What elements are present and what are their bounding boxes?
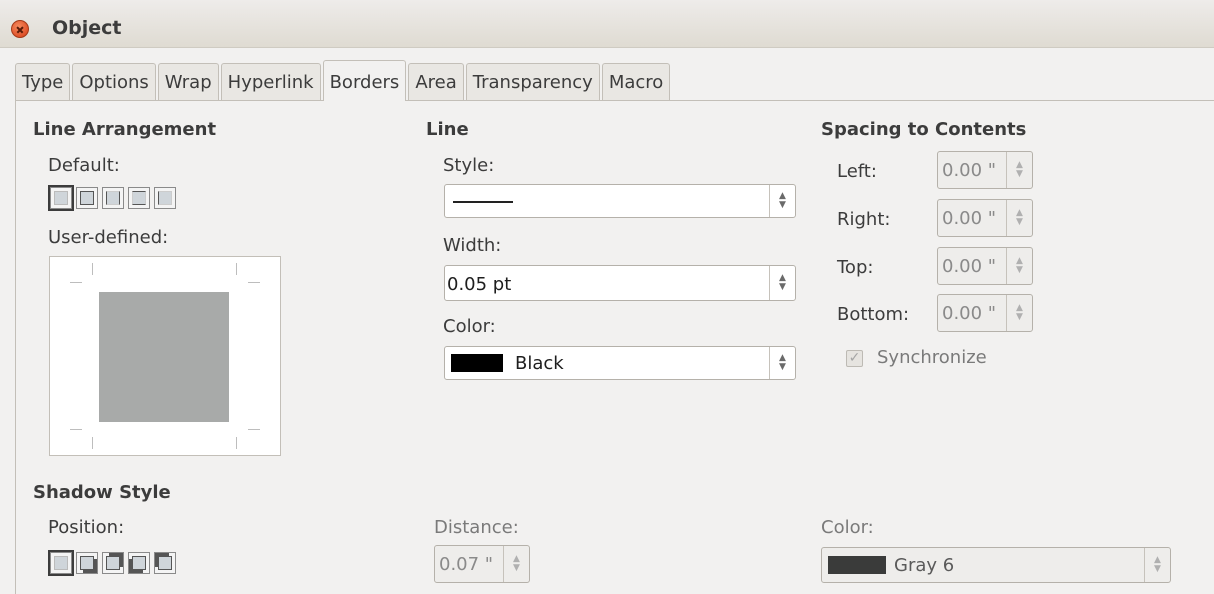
shadow-bottom-right-icon[interactable] <box>76 552 98 574</box>
borders-panel: Line Arrangement Default: User-defined: … <box>15 100 1214 594</box>
user-defined-preview[interactable] <box>49 256 281 456</box>
spacing-left-value: 0.00 " <box>942 160 997 181</box>
shadow-style-heading: Shadow Style <box>33 482 171 503</box>
spacing-right-value: 0.00 " <box>942 208 997 229</box>
preset-none-icon[interactable] <box>48 185 74 211</box>
preview-tick <box>92 437 93 449</box>
style-label: Style: <box>443 155 495 176</box>
tab-strip: Type Options Wrap Hyperlink Borders Area… <box>15 60 672 101</box>
shadow-distance-value: 0.07 " <box>439 554 494 575</box>
spacing-bottom-spin-buttons[interactable]: ▲ ▼ <box>1006 295 1032 331</box>
tab-borders[interactable]: Borders <box>322 60 407 101</box>
preset-top-bottom-icon[interactable] <box>128 187 150 209</box>
spacing-top-label: Top: <box>837 257 874 278</box>
preview-tick <box>236 437 237 449</box>
line-color-select[interactable]: Black ▲ ▼ <box>444 346 796 380</box>
spacing-top-value: 0.00 " <box>942 256 997 277</box>
width-spin-buttons[interactable]: ▲ ▼ <box>769 266 795 300</box>
spacing-bottom-label: Bottom: <box>837 304 910 325</box>
synchronize-checkbox[interactable]: ✓ <box>846 350 863 367</box>
spacing-right-spinner[interactable]: 0.00 " ▲ ▼ <box>937 199 1033 237</box>
shadow-top-left-icon[interactable] <box>154 552 176 574</box>
line-style-sample <box>453 201 513 203</box>
tab-macro[interactable]: Macro <box>601 63 671 101</box>
style-select-arrows[interactable]: ▲ ▼ <box>769 185 795 217</box>
preset-left-icon[interactable] <box>154 187 176 209</box>
width-label: Width: <box>443 235 502 256</box>
spacing-top-spinner[interactable]: 0.00 " ▲ ▼ <box>937 247 1033 285</box>
tab-type[interactable]: Type <box>15 63 71 101</box>
preview-tick <box>248 282 260 283</box>
shadow-color-select[interactable]: Gray 6 ▲ ▼ <box>821 547 1171 583</box>
shadow-distance-label: Distance: <box>434 517 519 538</box>
line-arrangement-heading: Line Arrangement <box>33 119 217 140</box>
tab-transparency[interactable]: Transparency <box>465 63 600 101</box>
line-color-value: Black <box>515 353 564 374</box>
preview-tick <box>92 263 93 275</box>
preset-left-right-icon[interactable] <box>102 187 124 209</box>
line-heading: Line <box>426 119 469 140</box>
close-icon[interactable] <box>11 20 29 38</box>
shadow-distance-spin-buttons[interactable]: ▲ ▼ <box>503 546 529 582</box>
preview-tick <box>70 282 82 283</box>
shadow-color-swatch <box>828 556 886 574</box>
shadow-none-icon[interactable] <box>48 550 74 576</box>
tab-area[interactable]: Area <box>408 63 464 101</box>
preview-tick <box>248 429 260 430</box>
preview-tick <box>236 263 237 275</box>
tab-hyperlink[interactable]: Hyperlink <box>220 63 321 101</box>
shadow-color-arrows[interactable]: ▲ ▼ <box>1144 548 1170 582</box>
width-value: 0.05 pt <box>447 274 512 295</box>
preset-outer-icon[interactable] <box>76 187 98 209</box>
spacing-bottom-value: 0.00 " <box>942 303 997 324</box>
spacing-top-spin-buttons[interactable]: ▲ ▼ <box>1006 248 1032 284</box>
tab-wrap[interactable]: Wrap <box>157 63 219 101</box>
spacing-right-spin-buttons[interactable]: ▲ ▼ <box>1006 200 1032 236</box>
shadow-color-value: Gray 6 <box>894 555 955 576</box>
line-color-arrows[interactable]: ▲ ▼ <box>769 347 795 379</box>
shadow-color-label: Color: <box>821 517 874 538</box>
title-bar: Object <box>0 0 1214 48</box>
user-defined-label: User-defined: <box>48 227 169 248</box>
spacing-left-spinner[interactable]: 0.00 " ▲ ▼ <box>937 151 1033 189</box>
window-title: Object <box>52 17 122 39</box>
spacing-right-label: Right: <box>837 209 891 230</box>
width-spinner[interactable]: 0.05 pt ▲ ▼ <box>444 265 796 301</box>
synchronize-label: Synchronize <box>877 347 987 368</box>
preview-square <box>99 292 229 422</box>
spacing-bottom-spinner[interactable]: 0.00 " ▲ ▼ <box>937 294 1033 332</box>
spacing-left-spin-buttons[interactable]: ▲ ▼ <box>1006 152 1032 188</box>
shadow-position-label: Position: <box>48 517 125 538</box>
line-color-label: Color: <box>443 316 496 337</box>
shadow-distance-spinner[interactable]: 0.07 " ▲ ▼ <box>434 545 530 583</box>
spacing-heading: Spacing to Contents <box>821 119 1027 140</box>
shadow-top-right-icon[interactable] <box>102 552 124 574</box>
line-color-swatch <box>451 354 503 372</box>
shadow-position-presets <box>48 550 176 576</box>
shadow-bottom-left-icon[interactable] <box>128 552 150 574</box>
style-select[interactable]: ▲ ▼ <box>444 184 796 218</box>
preview-tick <box>70 429 82 430</box>
default-label: Default: <box>48 155 120 176</box>
spacing-left-label: Left: <box>837 161 877 182</box>
default-presets <box>48 185 176 211</box>
tab-options[interactable]: Options <box>72 63 156 101</box>
